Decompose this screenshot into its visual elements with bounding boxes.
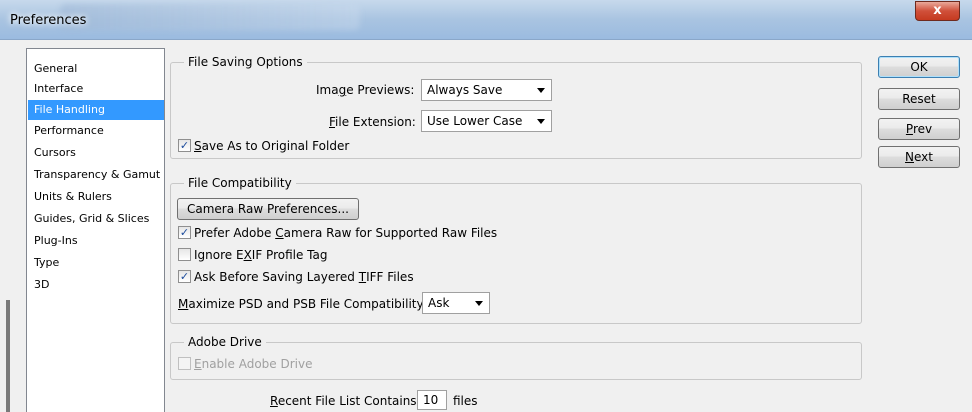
file-extension-label: File Extension: bbox=[329, 115, 416, 129]
sidebar-item-transparency-gamut[interactable]: Transparency & Gamut bbox=[28, 165, 164, 185]
file-extension-select[interactable]: Use Lower Case bbox=[421, 110, 552, 132]
checkmark-icon: ✓ bbox=[179, 139, 190, 152]
maximize-compatibility-select[interactable]: Ask bbox=[422, 292, 490, 314]
maximize-compatibility-value: Ask bbox=[428, 296, 450, 310]
sidebar-item-interface[interactable]: Interface bbox=[28, 79, 164, 99]
file-compatibility-legend: File Compatibility bbox=[184, 176, 296, 190]
ignore-exif-checkbox[interactable] bbox=[178, 248, 191, 261]
preferences-sidebar: General Interface File Handling Performa… bbox=[26, 48, 165, 412]
adobe-drive-legend: Adobe Drive bbox=[184, 335, 266, 349]
ignore-exif-label: Ignore EXIF Profile Tag bbox=[194, 248, 328, 262]
save-as-original-checkbox[interactable]: ✓ bbox=[178, 139, 191, 152]
chevron-down-icon bbox=[475, 301, 483, 306]
camera-raw-preferences-button[interactable]: Camera Raw Preferences... bbox=[177, 198, 359, 220]
sidebar-item-plug-ins[interactable]: Plug-Ins bbox=[28, 231, 164, 251]
file-extension-value: Use Lower Case bbox=[427, 114, 523, 128]
next-button[interactable]: Next bbox=[878, 146, 960, 168]
sidebar-item-units-rulers[interactable]: Units & Rulers bbox=[28, 187, 164, 207]
close-icon: x bbox=[933, 3, 942, 18]
ok-button[interactable]: OK bbox=[878, 56, 960, 78]
window-edge bbox=[6, 300, 10, 412]
enable-adobe-drive-label: Enable Adobe Drive bbox=[194, 357, 313, 371]
checkmark-icon: ✓ bbox=[179, 226, 190, 239]
ask-before-saving-tiff-label: Ask Before Saving Layered TIFF Files bbox=[194, 270, 414, 284]
save-as-original-label: Save As to Original Folder bbox=[194, 139, 350, 153]
recent-file-list-label: Recent File List Contains: bbox=[270, 394, 421, 408]
enable-adobe-drive-checkbox[interactable] bbox=[178, 357, 191, 370]
titlebar-background-blur bbox=[60, 4, 360, 30]
prev-button[interactable]: Prev bbox=[878, 118, 960, 140]
file-saving-options-legend: File Saving Options bbox=[184, 55, 307, 69]
sidebar-item-file-handling[interactable]: File Handling bbox=[28, 100, 164, 120]
title-bar: Preferences x bbox=[0, 0, 972, 40]
maximize-compatibility-label: Maximize PSD and PSB File Compatibility: bbox=[178, 297, 427, 311]
sidebar-item-performance[interactable]: Performance bbox=[28, 121, 164, 141]
close-button[interactable]: x bbox=[915, 1, 960, 21]
sidebar-item-guides-grid-slices[interactable]: Guides, Grid & Slices bbox=[28, 209, 164, 229]
sidebar-item-3d[interactable]: 3D bbox=[28, 275, 164, 295]
chevron-down-icon bbox=[537, 119, 545, 124]
prefer-camera-raw-checkbox[interactable]: ✓ bbox=[178, 226, 191, 239]
chevron-down-icon bbox=[537, 88, 545, 93]
reset-button[interactable]: Reset bbox=[878, 88, 960, 110]
recent-file-count-input[interactable]: 10 bbox=[417, 390, 447, 410]
image-previews-select[interactable]: Always Save bbox=[421, 79, 552, 101]
image-previews-value: Always Save bbox=[427, 83, 503, 97]
window-title: Preferences bbox=[10, 13, 87, 28]
sidebar-item-type[interactable]: Type bbox=[28, 253, 164, 273]
checkmark-icon: ✓ bbox=[179, 270, 190, 283]
sidebar-item-general[interactable]: General bbox=[28, 59, 164, 79]
ask-before-saving-tiff-checkbox[interactable]: ✓ bbox=[178, 270, 191, 283]
sidebar-item-cursors[interactable]: Cursors bbox=[28, 143, 164, 163]
recent-files-suffix: files bbox=[453, 394, 478, 408]
prefer-camera-raw-label: Prefer Adobe Camera Raw for Supported Ra… bbox=[194, 226, 498, 240]
image-previews-label: Image Previews: bbox=[316, 83, 415, 97]
